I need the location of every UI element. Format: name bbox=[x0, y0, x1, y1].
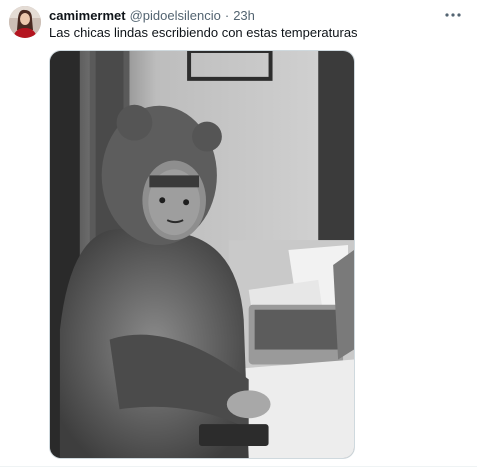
separator-dot: · bbox=[224, 7, 230, 23]
tweet-photo[interactable] bbox=[49, 50, 355, 459]
more-dots bbox=[445, 13, 461, 17]
tweet-text: Las chicas lindas escribiendo con estas … bbox=[49, 25, 358, 40]
avatar[interactable] bbox=[9, 6, 41, 38]
display-name[interactable]: camimermet bbox=[49, 8, 126, 23]
tweet[interactable]: camimermet @pidoelsilencio · 23h Las chi… bbox=[0, 0, 477, 467]
more-horizontal-icon[interactable] bbox=[441, 6, 465, 24]
avatar-image bbox=[9, 6, 41, 38]
timestamp[interactable]: 23h bbox=[233, 8, 255, 23]
tweet-header: camimermet @pidoelsilencio · 23h bbox=[49, 6, 447, 24]
user-handle[interactable]: @pidoelsilencio bbox=[130, 8, 221, 23]
photo-illustration bbox=[50, 51, 354, 458]
